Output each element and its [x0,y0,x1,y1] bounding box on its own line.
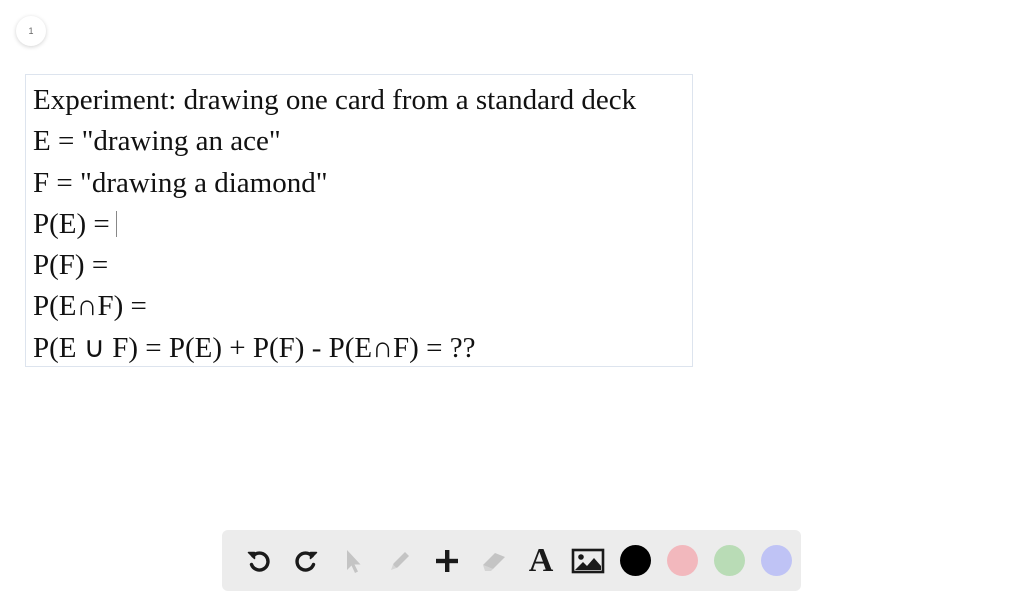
whiteboard-page: 1 Experiment: drawing one card from a st… [0,0,1024,600]
plus-icon [436,549,458,572]
text-line-pe-text: P(E) = [33,207,110,240]
text-line-pe: P(E) = [33,204,692,245]
text-line-experiment: Experiment: drawing one card from a stan… [33,84,637,116]
select-tool-button[interactable] [330,538,376,584]
color-red-button[interactable] [659,538,705,584]
color-swatch-blue [760,545,792,576]
text-tool-button[interactable]: A [518,538,564,584]
text-line-pf: P(F) = [33,249,109,282]
text-box[interactable]: Experiment: drawing one card from a stan… [25,74,693,367]
eraser-icon [483,552,505,571]
image-icon [571,548,605,573]
text-line-event-e: E = "drawing an ace" [33,125,281,158]
undo-button[interactable] [236,538,282,584]
eraser-tool-button[interactable] [471,538,517,584]
color-swatch-red [666,545,698,576]
undo-icon [247,550,270,572]
redo-button[interactable] [283,538,329,584]
page-number: 1 [28,26,34,36]
image-tool-button[interactable] [565,538,611,584]
add-button[interactable] [424,538,470,584]
pen-tool-button[interactable] [377,538,423,584]
drawing-toolbar: A [222,530,801,591]
text-caret [115,210,117,237]
page-number-badge[interactable]: 1 [16,16,46,46]
text-icon: A [528,541,554,579]
color-blue-button[interactable] [753,538,799,584]
pen-icon [391,551,409,570]
pointer-icon [347,549,361,573]
color-swatch-green [713,545,745,576]
color-black-button[interactable] [612,538,658,584]
text-line-event-f: F = "drawing a diamond" [33,166,328,199]
text-line-pef: P(E∩F) = [33,290,147,323]
redo-icon [295,550,318,572]
color-green-button[interactable] [706,538,752,584]
color-swatch-black [619,545,651,576]
text-line-union: P(E ∪ F) = P(E) + P(F) - P(E∩F) = ?? [33,331,476,364]
